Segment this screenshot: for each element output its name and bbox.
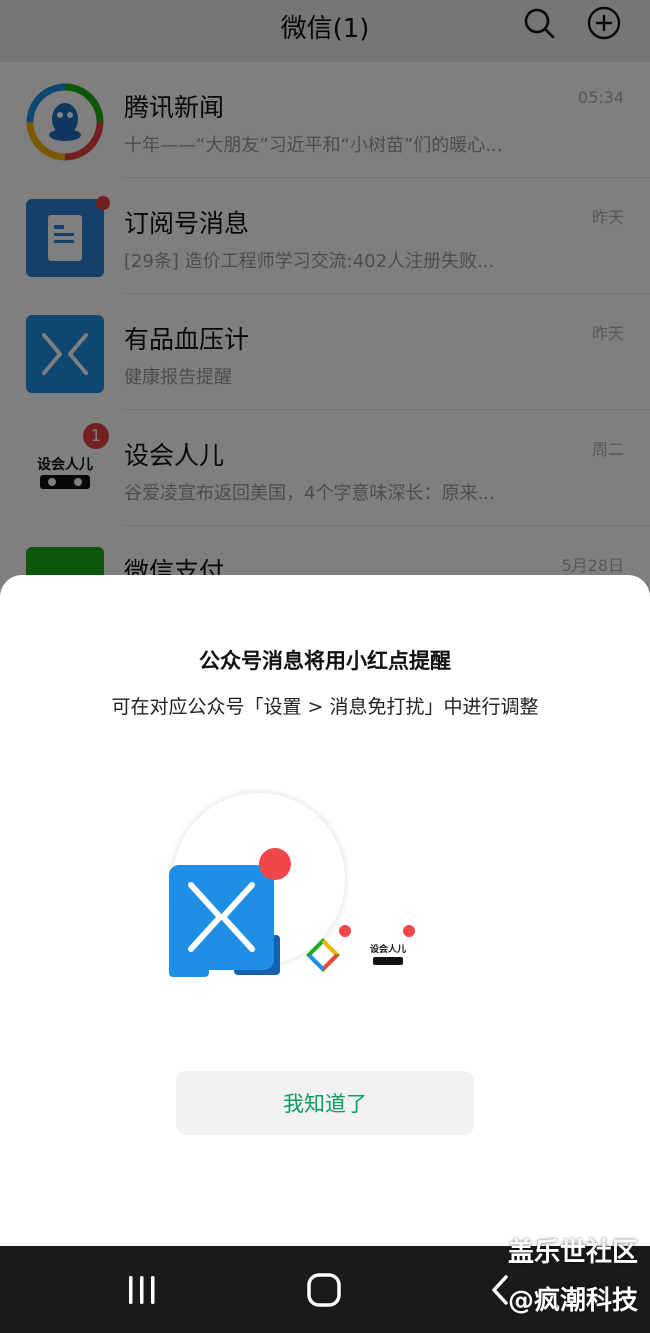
- dialog-subtitle: 可在对应公众号「设置 > 消息免打扰」中进行调整: [111, 696, 539, 718]
- red-dot-illustration: 设会人儿: [169, 791, 415, 977]
- home-icon[interactable]: [306, 1272, 342, 1308]
- watermark-line2: @疯潮科技: [507, 1286, 638, 1316]
- shehuiren-logo-text: 设会人儿: [370, 943, 406, 955]
- system-nav-bar: 盖乐世社区 @疯潮科技: [0, 1238, 650, 1333]
- dialog-title: 公众号消息将用小红点提醒: [199, 649, 451, 673]
- got-it-button[interactable]: 我知道了: [176, 1071, 474, 1135]
- watermark-line1: 盖乐世社区: [507, 1238, 638, 1268]
- red-dot-notice-dialog: 公众号消息将用小红点提醒 可在对应公众号「设置 > 消息免打扰」中进行调整 设会…: [0, 575, 650, 1246]
- recent-apps-icon[interactable]: [124, 1274, 160, 1306]
